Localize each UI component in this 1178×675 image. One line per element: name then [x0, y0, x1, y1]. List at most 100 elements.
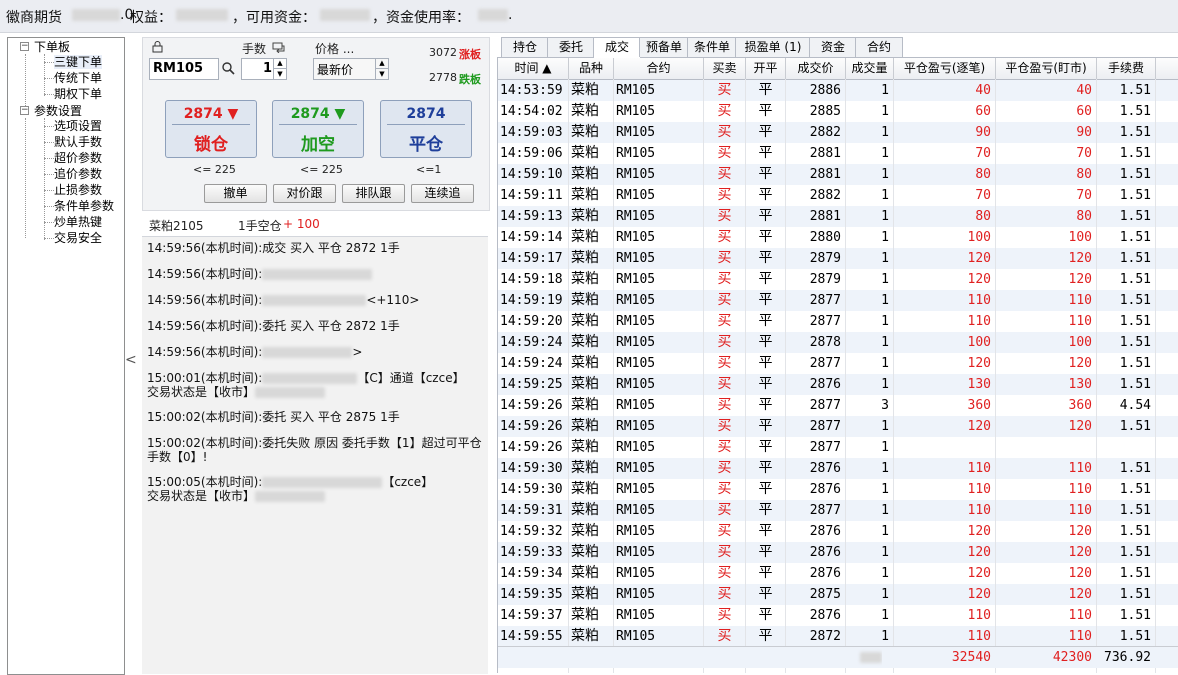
table-row[interactable]: 14:54:02 菜粕 RM105 买 平 2885 1 60 60 1.51 [498, 101, 1178, 122]
tree-node-order-board[interactable]: 下单板 [34, 40, 70, 54]
log-line: 14:59:56(本机时间): [147, 267, 482, 281]
cell-contract: RM105 [616, 377, 656, 392]
cell-pnl-mtm: 100 [1068, 335, 1092, 350]
log-line: 14:59:56(本机时间):委托 买入 平仓 2872 1手 [147, 319, 400, 333]
table-row[interactable]: 14:59:34 菜粕 RM105 买 平 2876 1 120 120 1.51 [498, 563, 1178, 584]
limit-up-label: 涨板 [459, 48, 481, 61]
cell-product: 菜粕 [571, 313, 599, 329]
tab-stop-profit-loss[interactable]: 损盈单 (1) [735, 37, 811, 57]
table-row[interactable]: 14:59:17 菜粕 RM105 买 平 2879 1 120 120 1.51 [498, 248, 1178, 269]
tree-item-stop-loss-params[interactable]: 止损参数 [54, 183, 102, 197]
tree-item-default-lots[interactable]: 默认手数 [54, 135, 102, 149]
cell-open-close: 平 [758, 313, 773, 329]
tab-prepared-orders[interactable]: 预备单 [639, 37, 689, 57]
cell-fee: 1.51 [1119, 461, 1151, 476]
table-row[interactable]: 14:59:20 菜粕 RM105 买 平 2877 1 110 110 1.51 [498, 311, 1178, 332]
collapse-icon[interactable]: − [20, 106, 29, 115]
tab-contracts[interactable]: 合约 [855, 37, 903, 57]
col-header-product[interactable]: 品种 [569, 58, 614, 80]
price-down-arrow[interactable]: ▼ [375, 69, 388, 79]
continuous-chase-button[interactable]: 连续追 [411, 184, 474, 203]
table-row[interactable]: 14:59:26 菜粕 RM105 买 平 2877 1 [498, 437, 1178, 458]
table-row[interactable]: 14:59:55 菜粕 RM105 买 平 2872 1 110 110 1.51 [498, 626, 1178, 647]
search-icon[interactable] [222, 62, 235, 75]
table-row[interactable]: 14:59:33 菜粕 RM105 买 平 2876 1 120 120 1.51 [498, 542, 1178, 563]
table-row[interactable]: 14:59:26 菜粕 RM105 买 平 2877 1 120 120 1.51 [498, 416, 1178, 437]
table-row[interactable]: 14:59:24 菜粕 RM105 买 平 2878 1 100 100 1.51 [498, 332, 1178, 353]
table-row[interactable]: 14:59:31 菜粕 RM105 买 平 2877 1 110 110 1.51 [498, 500, 1178, 521]
cell-price: 2879 [809, 251, 841, 266]
lock-position-button[interactable]: 2874 ▼ 锁仓 [165, 100, 257, 158]
add-short-button[interactable]: 2874 ▼ 加空 [272, 100, 364, 158]
cell-open-close: 平 [758, 187, 773, 203]
follow-counter-price-button[interactable]: 对价跟 [273, 184, 336, 203]
close-position-button[interactable]: 2874 平仓 [380, 100, 472, 158]
col-header-pnl-trade[interactable]: 平仓盈亏(逐笔) [894, 58, 996, 80]
tab-trades[interactable]: 成交 [593, 37, 641, 58]
table-row[interactable]: 14:59:26 菜粕 RM105 买 平 2877 3 360 360 4.54 [498, 395, 1178, 416]
col-header-pnl-mtm[interactable]: 平仓盈亏(盯市) [996, 58, 1097, 80]
tree-node-parameter-settings[interactable]: 参数设置 [34, 104, 82, 118]
tree-item-conditional-order-params[interactable]: 条件单参数 [54, 199, 114, 213]
tab-positions[interactable]: 持仓 [501, 37, 549, 57]
col-header-side[interactable]: 买卖 [704, 58, 746, 80]
col-header-price[interactable]: 成交价 [786, 58, 846, 80]
collapse-panel-arrow[interactable]: < [125, 352, 137, 368]
price-select[interactable]: 最新价 ▲ ▼ [313, 58, 389, 80]
log-line: 15:00:05(本机时间): 【czce】 [147, 475, 434, 489]
quantity-down-arrow[interactable]: ▼ [273, 69, 286, 79]
col-header-open-close[interactable]: 开平 [746, 58, 786, 80]
tree-item-trading-security[interactable]: 交易安全 [54, 231, 102, 245]
quantity-value: 1 [262, 61, 272, 76]
table-row[interactable]: 14:59:30 菜粕 RM105 买 平 2876 1 110 110 1.51 [498, 458, 1178, 479]
tab-funds[interactable]: 资金 [809, 37, 857, 57]
table-row[interactable]: 14:59:24 菜粕 RM105 买 平 2877 1 120 120 1.51 [498, 353, 1178, 374]
col-header-time[interactable]: 时间 ▲ [498, 58, 569, 80]
reset-quantity-icon[interactable] [272, 42, 285, 53]
cell-pnl-mtm: 120 [1068, 356, 1092, 371]
table-row[interactable]: 14:59:14 菜粕 RM105 买 平 2880 1 100 100 1.51 [498, 227, 1178, 248]
table-row[interactable]: 14:59:37 菜粕 RM105 买 平 2876 1 110 110 1.51 [498, 605, 1178, 626]
table-row[interactable]: 14:59:25 菜粕 RM105 买 平 2876 1 130 130 1.51 [498, 374, 1178, 395]
quantity-up-arrow[interactable]: ▲ [273, 59, 286, 69]
price-up-arrow[interactable]: ▲ [375, 59, 388, 69]
table-row[interactable]: 14:53:59 菜粕 RM105 买 平 2886 1 40 40 1.51 [498, 80, 1178, 101]
table-row[interactable]: 14:59:32 菜粕 RM105 买 平 2876 1 120 120 1.51 [498, 521, 1178, 542]
cell-product: 菜粕 [571, 418, 599, 434]
table-row[interactable]: 14:59:18 菜粕 RM105 买 平 2879 1 120 120 1.51 [498, 269, 1178, 290]
table-row[interactable]: 14:59:11 菜粕 RM105 买 平 2882 1 70 70 1.51 [498, 185, 1178, 206]
tree-item-traditional-order[interactable]: 传统下单 [54, 71, 102, 85]
table-row[interactable]: 14:59:13 菜粕 RM105 买 平 2881 1 80 80 1.51 [498, 206, 1178, 227]
table-row[interactable]: 14:59:03 菜粕 RM105 买 平 2882 1 90 90 1.51 [498, 122, 1178, 143]
table-row[interactable]: 14:59:10 菜粕 RM105 买 平 2881 1 80 80 1.51 [498, 164, 1178, 185]
follow-queue-button[interactable]: 排队跟 [342, 184, 405, 203]
cancel-order-button[interactable]: 撤单 [204, 184, 267, 203]
tree-item-option-settings[interactable]: 选项设置 [54, 119, 102, 133]
tree-item-three-key-order[interactable]: 三键下单 [54, 55, 103, 69]
cell-time: 14:59:26 [500, 419, 563, 434]
tree-item-overprice-params[interactable]: 超价参数 [54, 151, 102, 165]
col-header-contract[interactable]: 合约 [614, 58, 704, 80]
tree-item-scalping-hotkeys[interactable]: 炒单热键 [54, 215, 102, 229]
table-row[interactable]: 14:59:35 菜粕 RM105 买 平 2875 1 120 120 1.51 [498, 584, 1178, 605]
table-row[interactable]: 14:59:19 菜粕 RM105 买 平 2877 1 110 110 1.51 [498, 290, 1178, 311]
cell-pnl-mtm: 110 [1068, 503, 1092, 518]
cell-side: 买 [717, 82, 732, 98]
cell-pnl-mtm: 120 [1068, 251, 1092, 266]
tab-orders[interactable]: 委托 [547, 37, 595, 57]
collapse-icon[interactable]: − [20, 42, 29, 51]
table-row[interactable]: 14:59:30 菜粕 RM105 买 平 2876 1 110 110 1.51 [498, 479, 1178, 500]
col-header-filler [1156, 58, 1178, 80]
price-label[interactable]: 价格 ... [315, 40, 354, 57]
quantity-stepper[interactable]: 1 ▲ ▼ [241, 58, 287, 80]
tree-item-option-order[interactable]: 期权下单 [54, 87, 102, 101]
tab-conditional-orders[interactable]: 条件单 [687, 37, 737, 57]
cell-time: 14:59:24 [500, 356, 563, 371]
col-header-fee[interactable]: 手续费 [1097, 58, 1156, 80]
col-header-volume[interactable]: 成交量 [846, 58, 894, 80]
contract-input[interactable]: RM105 [149, 58, 219, 80]
cell-pnl-mtm: 360 [1068, 398, 1092, 413]
tree-item-chase-params[interactable]: 追价参数 [54, 167, 102, 181]
table-row[interactable]: 14:59:06 菜粕 RM105 买 平 2881 1 70 70 1.51 [498, 143, 1178, 164]
lock-icon[interactable] [152, 41, 163, 53]
